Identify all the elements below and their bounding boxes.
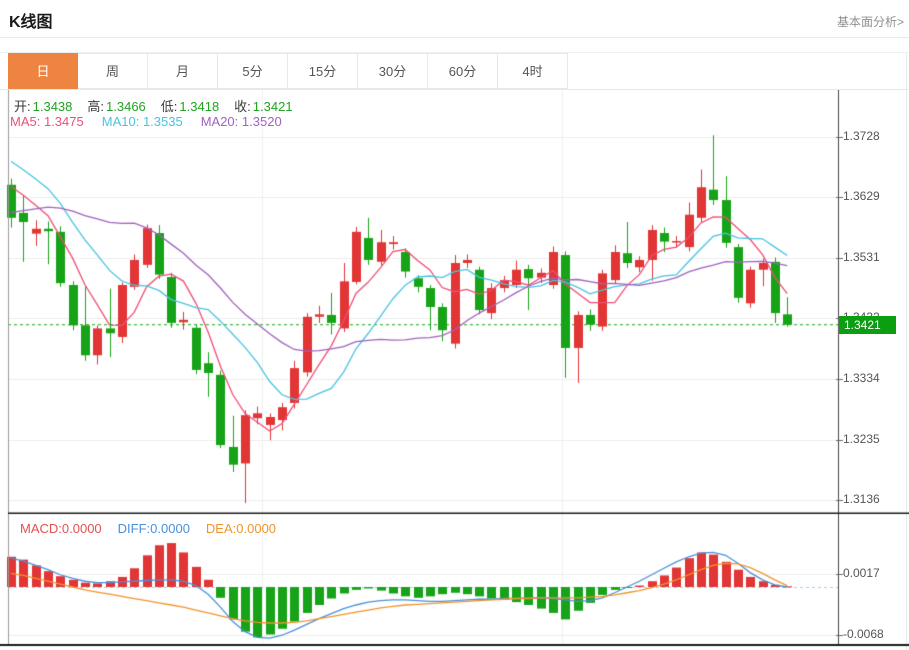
ma10-label: MA10:: [102, 114, 140, 129]
ma5-pair: MA5: 1.3475: [10, 114, 84, 129]
low-pair: 低:1.3418: [161, 96, 219, 115]
price-axis-label: 1.3629: [843, 189, 880, 203]
price-axis-label: 1.3235: [843, 432, 880, 446]
tab-month[interactable]: 月: [148, 53, 218, 89]
macd-axis-label: 0.0017: [843, 566, 880, 580]
ma-readout: MA5: 1.3475 MA10: 1.3535 MA20: 1.3520: [10, 114, 282, 129]
high-value: 1.3466: [106, 99, 146, 114]
tab-4hour[interactable]: 4时: [498, 53, 568, 89]
tab-5min[interactable]: 5分: [218, 53, 288, 89]
dea-label: DEA:: [206, 521, 236, 536]
open-pair: 开:1.3438: [14, 96, 72, 115]
price-axis-label: 1.3334: [843, 371, 880, 385]
price-axis-label: 1.3136: [843, 492, 880, 506]
tab-day[interactable]: 日: [8, 53, 78, 89]
macd-readout: MACD:0.0000 DIFF:0.0000 DEA:0.0000: [20, 521, 276, 536]
ohlc-readout: 开:1.3438 高:1.3466 低:1.3418 收:1.3421: [14, 96, 293, 115]
low-value: 1.3418: [179, 99, 219, 114]
kline-chart-canvas[interactable]: [0, 90, 909, 650]
ma20-label: MA20:: [201, 114, 239, 129]
ma20-value: 1.3520: [242, 114, 282, 129]
macd-value: 0.0000: [62, 521, 102, 536]
header-divider: [0, 37, 909, 38]
price-axis-label: 1.3728: [843, 129, 880, 143]
diff-value: 0.0000: [150, 521, 190, 536]
macd-pair: MACD:0.0000: [20, 521, 102, 536]
fundamental-analysis-link[interactable]: 基本面分析>: [837, 13, 904, 30]
diff-pair: DIFF:0.0000: [118, 521, 190, 536]
close-pair: 收:1.3421: [234, 96, 292, 115]
high-label: 高:: [87, 99, 104, 114]
macd-axis-label: -0.0068: [843, 627, 884, 641]
ma5-label: MA5:: [10, 114, 40, 129]
interval-tabbar: 日 周 月 5分 15分 30分 60分 4时: [0, 52, 909, 90]
low-label: 低:: [161, 99, 178, 114]
tab-60min[interactable]: 60分: [428, 53, 498, 89]
close-value: 1.3421: [253, 99, 293, 114]
high-pair: 高:1.3466: [87, 96, 145, 115]
tab-30min[interactable]: 30分: [358, 53, 428, 89]
page-title: K线图: [9, 8, 53, 32]
current-price-badge: 1.3421: [839, 316, 896, 334]
dea-value: 0.0000: [236, 521, 276, 536]
ma10-value: 1.3535: [143, 114, 183, 129]
open-label: 开:: [14, 99, 31, 114]
diff-label: DIFF:: [118, 521, 151, 536]
close-label: 收:: [234, 99, 251, 114]
open-value: 1.3438: [33, 99, 73, 114]
ma20-pair: MA20: 1.3520: [201, 114, 282, 129]
price-axis-label: 1.3531: [843, 250, 880, 264]
ma10-pair: MA10: 1.3535: [102, 114, 183, 129]
ma5-value: 1.3475: [44, 114, 84, 129]
macd-label: MACD:: [20, 521, 62, 536]
tab-15min[interactable]: 15分: [288, 53, 358, 89]
dea-pair: DEA:0.0000: [206, 521, 276, 536]
tab-week[interactable]: 周: [78, 53, 148, 89]
